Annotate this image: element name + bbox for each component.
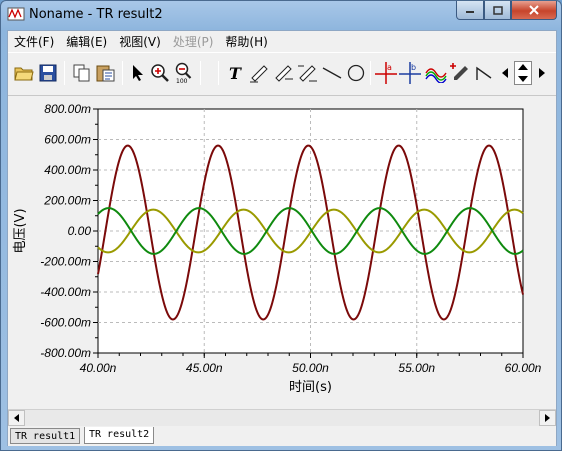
- nav-right-icon: [539, 68, 545, 78]
- arrow-step-icon: [476, 66, 492, 80]
- client-area: 文件(F) 编辑(E) 视图(V) 处理(P) 帮助(H) 100 T a b …: [7, 30, 557, 446]
- pointer-icon: [133, 65, 143, 81]
- nav-updown-button[interactable]: [514, 61, 532, 85]
- horizontal-scrollbar[interactable]: [8, 409, 556, 426]
- cursor-b-button[interactable]: b: [398, 61, 422, 85]
- plot-panel[interactable]: 40.00n 45.00n 50.00n 55.00n 60.00n 800.00m 600…: [8, 97, 556, 409]
- zoom-in-button[interactable]: [148, 61, 172, 85]
- scroll-right-button[interactable]: [539, 410, 556, 426]
- paste-icon: [96, 65, 115, 82]
- y-tick-label: 200.00m: [43, 194, 91, 208]
- select-tool-button[interactable]: [126, 61, 150, 85]
- menu-view[interactable]: 视图(V): [113, 33, 167, 50]
- cursor-a-button[interactable]: a: [374, 61, 398, 85]
- svg-text:b: b: [411, 63, 416, 72]
- app-icon: [7, 7, 25, 21]
- svg-text:T: T: [229, 64, 242, 82]
- y-tick-label: 800.00m: [44, 102, 91, 116]
- x-axis-label: 时间(s): [289, 380, 332, 395]
- x-tick-label: 50.00n: [292, 361, 329, 375]
- nav-left-icon: [502, 68, 508, 78]
- y-tick-label: -200.00m: [40, 255, 91, 269]
- zoom-in-icon: [151, 64, 169, 82]
- toolbar-separator: [370, 61, 371, 85]
- window-title: Noname - TR result2: [29, 7, 163, 22]
- curves-button[interactable]: [424, 61, 448, 85]
- text-tool-button[interactable]: T: [224, 61, 248, 85]
- toolbar-separator: [122, 61, 123, 85]
- toolbar-separator: [64, 61, 65, 85]
- x-tick-label: 45.00n: [186, 361, 223, 375]
- marker-icon: [450, 63, 468, 80]
- tab-tr-result2[interactable]: TR result2: [84, 427, 155, 444]
- minimize-button[interactable]: [456, 1, 484, 20]
- menu-file[interactable]: 文件(F): [8, 33, 60, 50]
- menu-help[interactable]: 帮助(H): [219, 33, 273, 50]
- paste-button[interactable]: [94, 61, 118, 85]
- annotate-button[interactable]: [248, 61, 272, 85]
- x-tick-label: 60.00n: [505, 361, 542, 375]
- annotate-2-button[interactable]: [272, 61, 296, 85]
- toolbar: 100 T a b: [8, 52, 556, 96]
- open-folder-icon: [14, 67, 34, 81]
- menu-process: 处理(P): [172, 34, 214, 49]
- menu-edit[interactable]: 编辑(E): [60, 33, 113, 50]
- x-tick-label: 55.00n: [398, 361, 435, 375]
- close-button[interactable]: [511, 1, 557, 20]
- save-button[interactable]: [36, 61, 60, 85]
- ellipse-tool-button[interactable]: [344, 61, 368, 85]
- app-window: Noname - TR result2 文件(F) 编辑(E) 视图(V) 处理…: [0, 0, 562, 451]
- copy-icon: [73, 64, 90, 82]
- y-tick-label: -400.00m: [40, 285, 91, 299]
- toolbar-separator: [200, 61, 201, 85]
- step-button[interactable]: [472, 61, 496, 85]
- open-button[interactable]: [12, 61, 36, 85]
- scroll-left-icon: [13, 414, 19, 422]
- zoom-out-icon: 100: [175, 62, 192, 84]
- annotate-pen-2-icon: [275, 65, 293, 82]
- nav-updown-icon: [518, 64, 528, 82]
- scroll-right-icon: [544, 414, 550, 422]
- zoom-out-button[interactable]: 100: [172, 61, 196, 85]
- svg-text:a: a: [387, 63, 392, 72]
- title-bar[interactable]: Noname - TR result2: [1, 1, 561, 29]
- toolbar-separator: [218, 61, 219, 85]
- y-tick-label: 400.00m: [44, 163, 91, 177]
- curves-icon: [425, 68, 447, 83]
- save-icon: [39, 64, 57, 82]
- annotate-3-button[interactable]: [296, 61, 320, 85]
- annotate-pen-3-icon: [298, 65, 317, 82]
- nav-right-button[interactable]: [535, 61, 549, 85]
- result-tabs: TR result1 TR result2: [8, 427, 556, 446]
- y-axis-label: 电压(V): [13, 208, 28, 253]
- svg-text:100: 100: [176, 78, 188, 84]
- cursor-b-icon: b: [399, 62, 421, 84]
- y-tick-label: -600.00m: [40, 316, 91, 330]
- tab-tr-result1[interactable]: TR result1: [10, 428, 81, 444]
- y-tick-label: 600.00m: [44, 133, 91, 147]
- minimize-icon: [466, 11, 474, 13]
- line-tool-icon: [322, 67, 342, 79]
- annotate-pen-icon: [250, 65, 268, 83]
- nav-left-button[interactable]: [498, 61, 512, 85]
- scroll-left-button[interactable]: [8, 410, 25, 426]
- y-tick-label: 0.00: [68, 224, 92, 238]
- close-icon: [529, 5, 539, 15]
- text-tool-icon: T: [229, 64, 242, 82]
- ellipse-tool-icon: [347, 64, 365, 82]
- copy-button[interactable]: [70, 61, 94, 85]
- transient-chart[interactable]: 40.00n 45.00n 50.00n 55.00n 60.00n 800.00m 600…: [8, 97, 556, 409]
- x-tick-label: 40.00n: [80, 361, 117, 375]
- menu-bar: 文件(F) 编辑(E) 视图(V) 处理(P) 帮助(H): [8, 31, 556, 51]
- cursor-a-icon: a: [375, 62, 397, 84]
- marker-button[interactable]: [448, 61, 472, 85]
- maximize-button[interactable]: [484, 1, 511, 20]
- y-tick-label: -800.00m: [40, 346, 91, 360]
- maximize-icon: [492, 5, 503, 15]
- line-tool-button[interactable]: [320, 61, 344, 85]
